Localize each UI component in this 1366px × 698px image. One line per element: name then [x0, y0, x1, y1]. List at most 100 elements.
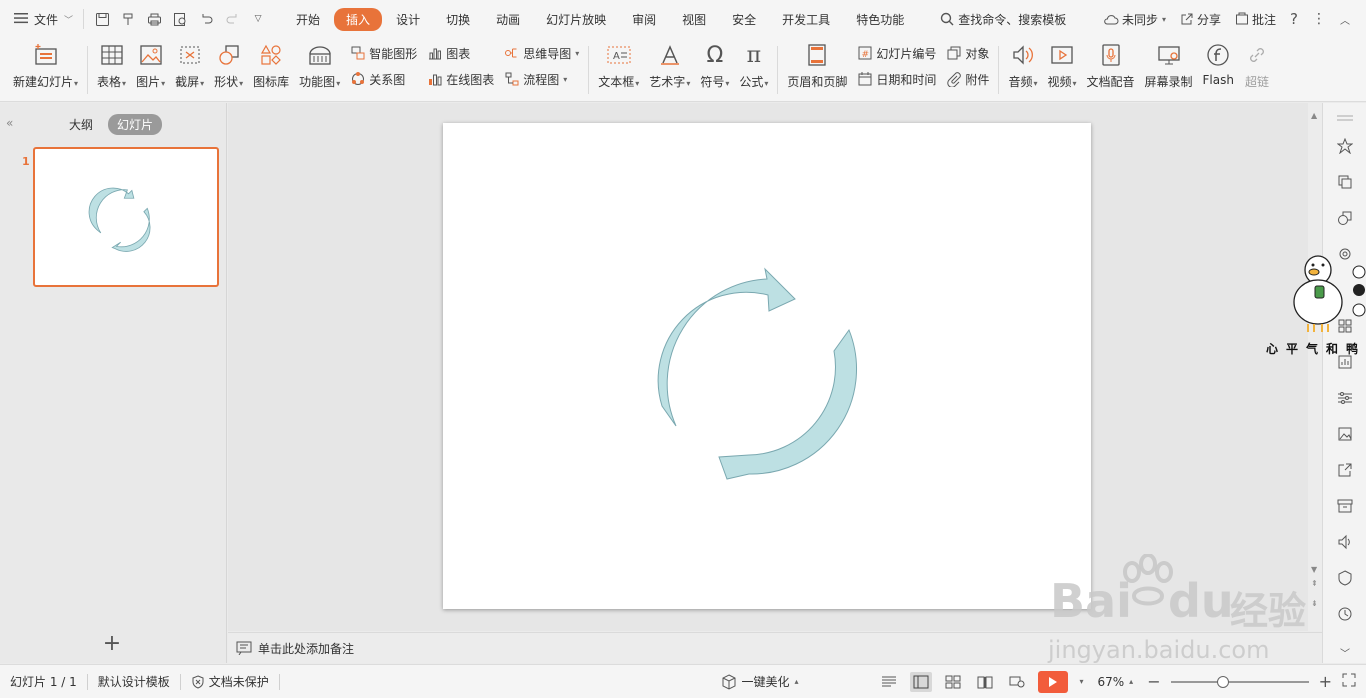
tab-view[interactable]: 视图: [670, 8, 718, 31]
zoom-out-icon[interactable]: −: [1147, 672, 1160, 691]
tab-transition[interactable]: 切换: [434, 8, 482, 31]
tab-slideshow[interactable]: 幻灯片放映: [534, 8, 618, 31]
reading-view-icon[interactable]: [974, 672, 996, 692]
presenter-view-icon[interactable]: [1006, 672, 1028, 692]
more-icon[interactable]: ⋮: [1312, 11, 1326, 27]
right-task-pane: ﹀: [1322, 103, 1366, 663]
new-slide-button[interactable]: 新建幻灯片▾: [8, 42, 83, 90]
design-template[interactable]: 默认设计模板: [88, 673, 180, 690]
save-icon[interactable]: [94, 11, 110, 27]
customize-toolbar-icon[interactable]: ▽: [250, 11, 266, 27]
slide-number-button[interactable]: # 幻灯片编号: [857, 43, 936, 63]
print-preview-icon[interactable]: [172, 11, 188, 27]
comment-button[interactable]: 批注: [1235, 11, 1276, 28]
tab-slides[interactable]: 幻灯片: [108, 114, 163, 135]
collapse-panel-icon[interactable]: «: [6, 116, 13, 130]
archive-icon[interactable]: [1336, 497, 1354, 515]
flowchart-button[interactable]: 流程图 ▾: [504, 69, 579, 89]
zoom-slider[interactable]: [1170, 675, 1309, 688]
scroll-up-icon[interactable]: ▲: [1311, 111, 1317, 120]
zoom-level[interactable]: 67% ▴: [1094, 675, 1138, 689]
object-button[interactable]: 对象: [946, 43, 989, 63]
export-icon[interactable]: [1336, 461, 1354, 479]
fit-window-icon[interactable]: [1342, 673, 1356, 690]
smart-art-button[interactable]: 智能图形: [350, 43, 417, 63]
audio-button[interactable]: 音频▾: [1003, 42, 1042, 90]
normal-view-icon[interactable]: [910, 671, 933, 692]
shield-icon[interactable]: [1336, 569, 1354, 587]
date-time-button[interactable]: 日期和时间: [857, 69, 936, 89]
add-slide-button[interactable]: +: [100, 631, 124, 656]
image-gallery-icon[interactable]: [1336, 425, 1354, 443]
shape-style-icon[interactable]: [1336, 209, 1354, 227]
picture-button[interactable]: 图片▾: [131, 42, 170, 90]
play-options-caret[interactable]: ▾: [1079, 677, 1083, 686]
relation-chart-button[interactable]: 关系图: [350, 69, 417, 89]
slide-thumbnail[interactable]: [33, 147, 219, 287]
history-clock-icon[interactable]: [1336, 605, 1354, 623]
scroll-down-icon[interactable]: ▼: [1311, 565, 1317, 574]
tab-special[interactable]: 特色功能: [844, 8, 916, 31]
tab-security[interactable]: 安全: [720, 8, 768, 31]
symbol-button[interactable]: Ω 符号▾: [695, 42, 734, 90]
tab-insert[interactable]: 插入: [334, 7, 383, 31]
video-icon: [1049, 42, 1075, 68]
audio-speaker-icon[interactable]: [1336, 533, 1354, 551]
formula-button[interactable]: π 公式▾: [734, 42, 773, 90]
share-button[interactable]: 分享: [1180, 11, 1221, 28]
settings-gear-icon[interactable]: [1336, 245, 1354, 263]
flash-button[interactable]: Flash: [1198, 42, 1239, 87]
online-chart-button[interactable]: 在线图表: [427, 69, 494, 89]
screen-record-button[interactable]: 屏幕录制: [1140, 42, 1198, 90]
function-chart-button[interactable]: 功能图▾: [294, 42, 345, 90]
mind-map-button[interactable]: 思维导图 ▾: [504, 43, 579, 63]
copy-style-icon[interactable]: [1336, 173, 1354, 191]
prev-slide-icon[interactable]: ⇞: [1311, 579, 1318, 588]
table-button[interactable]: 表格▾: [92, 42, 131, 90]
help-icon[interactable]: ?: [1290, 10, 1298, 28]
tab-design[interactable]: 设计: [384, 8, 432, 31]
tab-developer[interactable]: 开发工具: [770, 8, 842, 31]
attachment-button[interactable]: 附件: [946, 69, 989, 89]
zoom-slider-knob[interactable]: [1217, 675, 1230, 688]
tab-outline[interactable]: 大纲: [69, 116, 93, 133]
editor-vertical-scrollbar[interactable]: ▲ ▼ ⇞ ⇟: [1308, 103, 1322, 631]
expand-pane-icon[interactable]: ﹀: [1336, 643, 1354, 661]
sliders-icon[interactable]: [1336, 389, 1354, 407]
slide-sorter-view-icon[interactable]: [942, 672, 964, 692]
textbox-button[interactable]: A 文本框▾: [593, 42, 644, 90]
doc-dubbing-button[interactable]: 文档配音: [1082, 42, 1140, 90]
print-icon[interactable]: [146, 11, 162, 27]
chart-button[interactable]: 图表: [427, 43, 494, 63]
icon-library-button[interactable]: 图标库: [248, 42, 294, 90]
one-click-beautify-button[interactable]: 一键美化 ▴: [711, 673, 868, 690]
redo-icon[interactable]: [224, 11, 240, 27]
notes-bar[interactable]: 单击此处添加备注: [228, 632, 1322, 663]
header-footer-button[interactable]: 页眉和页脚: [782, 42, 852, 90]
format-painter-icon[interactable]: [120, 11, 136, 27]
play-slideshow-button[interactable]: [1038, 670, 1069, 693]
zoom-in-icon[interactable]: +: [1319, 672, 1332, 691]
collapse-ribbon-icon[interactable]: ︿: [1340, 12, 1350, 27]
next-slide-icon[interactable]: ⇟: [1311, 599, 1318, 608]
omega-icon: Ω: [706, 42, 724, 68]
bar-chart-icon[interactable]: [1336, 353, 1354, 371]
slide-canvas[interactable]: [443, 123, 1091, 609]
undo-icon[interactable]: [198, 11, 214, 27]
notes-toggle-icon[interactable]: [878, 672, 900, 692]
cycle-arrows-shape[interactable]: [443, 123, 1091, 609]
file-menu[interactable]: 文件 ﹀: [0, 11, 83, 28]
shape-button[interactable]: 形状▾: [209, 42, 248, 90]
command-search[interactable]: 查找命令、搜索模板: [940, 11, 1066, 28]
sync-button[interactable]: 未同步 ▾: [1103, 11, 1166, 28]
tab-home[interactable]: 开始: [284, 8, 332, 31]
tab-review[interactable]: 审阅: [620, 8, 668, 31]
video-button[interactable]: 视频▾: [1042, 42, 1081, 90]
wordart-button[interactable]: 艺术字▾: [644, 42, 695, 90]
grid-icon[interactable]: [1336, 317, 1354, 335]
document-protection[interactable]: 文档未保护: [181, 673, 279, 690]
screenshot-button[interactable]: 截屏▾: [170, 42, 209, 90]
star-icon[interactable]: [1336, 137, 1354, 155]
tab-animation[interactable]: 动画: [484, 8, 532, 31]
hyperlink-button[interactable]: 超链: [1239, 42, 1275, 90]
